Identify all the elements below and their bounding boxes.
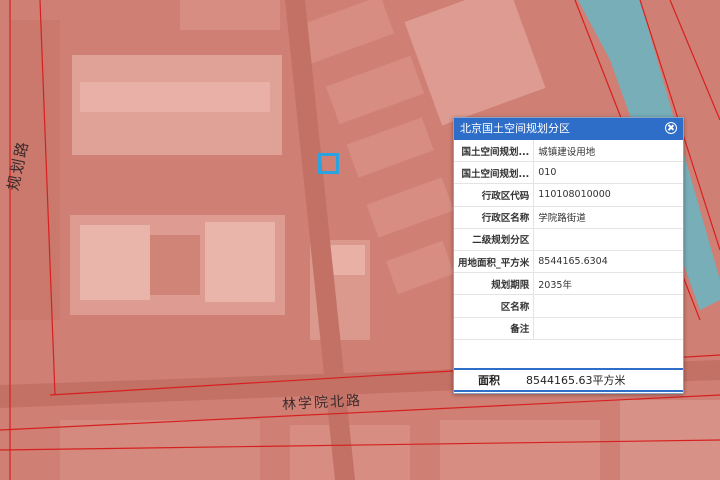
attribute-row: 区名称	[454, 294, 683, 318]
attribute-key: 规划期限	[454, 272, 535, 296]
attribute-row: 备注	[454, 317, 683, 340]
attribute-row: 用地面积_平方米 8544165.6304	[454, 250, 683, 274]
attribute-value: 8544165.6304	[533, 250, 683, 274]
attribute-row: 行政区名称 学院路街道	[454, 206, 683, 229]
area-value: 8544165.63平方米	[526, 374, 626, 387]
attribute-value: 城镇建设用地	[533, 140, 683, 163]
attribute-row: 国土空间规划... 010	[454, 161, 683, 185]
attribute-row: 行政区代码 110108010000	[454, 183, 683, 207]
selection-marker[interactable]	[318, 153, 339, 174]
popup-title: 北京国土空间规划分区	[460, 122, 570, 135]
attribute-value: 2035年	[533, 272, 683, 296]
attribute-key: 用地面积_平方米	[454, 250, 535, 274]
attribute-value	[533, 294, 683, 318]
attribute-key: 备注	[454, 317, 535, 340]
attribute-value	[533, 228, 683, 251]
attribute-value: 010	[533, 161, 683, 185]
attribute-key: 国土空间规划...	[454, 161, 535, 185]
area-label: 面积	[478, 374, 500, 387]
close-icon[interactable]	[665, 122, 677, 134]
attribute-key: 区名称	[454, 294, 535, 318]
attribute-value	[533, 317, 683, 340]
attribute-table: 国土空间规划... 城镇建设用地 国土空间规划... 010 行政区代码 11010801…	[454, 140, 683, 340]
road-label-linxueyuan: 林学院北路	[281, 392, 363, 414]
area-summary: 面积 8544165.63平方米	[454, 368, 683, 392]
attribute-row: 国土空间规划... 城镇建设用地	[454, 140, 683, 163]
feature-info-popup: 北京国土空间规划分区 国土空间规划... 城镇建设用地 国土空间规划... 010 行政…	[453, 117, 684, 394]
attribute-key: 国土空间规划...	[454, 140, 535, 163]
attribute-value: 学院路街道	[533, 206, 683, 229]
popup-header: 北京国土空间规划分区	[454, 118, 683, 140]
attribute-row: 二级规划分区	[454, 228, 683, 251]
attribute-value: 110108010000	[533, 183, 683, 207]
attribute-key: 行政区代码	[454, 183, 535, 207]
attribute-key: 二级规划分区	[454, 228, 535, 251]
attribute-key: 行政区名称	[454, 206, 535, 229]
attribute-row: 规划期限 2035年	[454, 272, 683, 296]
